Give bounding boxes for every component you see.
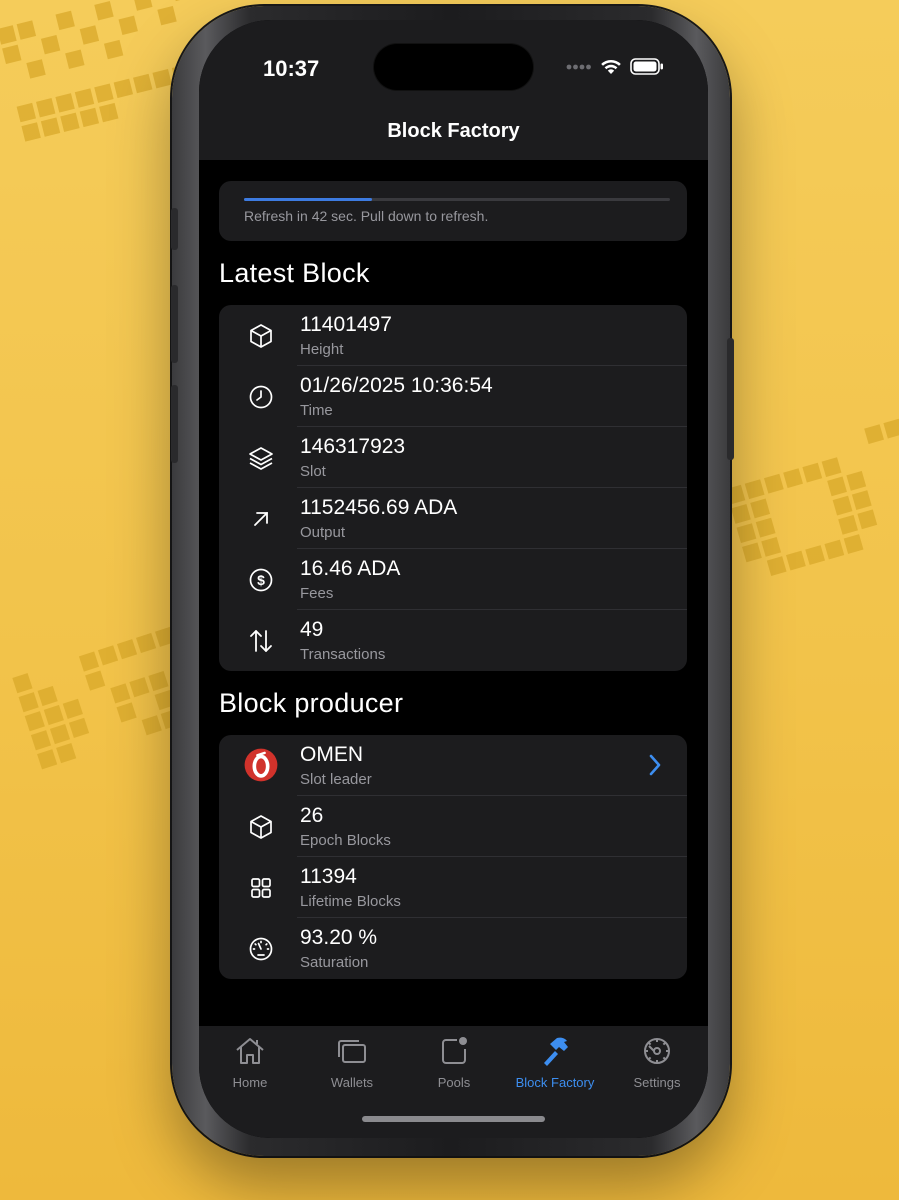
epoch-blocks-value: 26 [300,804,324,827]
list-item-height: 11401497 Height [219,305,687,366]
volume-down-button [171,385,178,463]
layers-icon [249,447,273,470]
tab-settings-label: Settings [633,1075,681,1090]
height-value: 11401497 [300,313,392,336]
tab-home-label: Home [232,1075,268,1090]
power-button [727,338,734,460]
list-item-output: 1152456.69 ADA Output [219,488,687,549]
dollar-circle-icon: $ [249,568,273,592]
gauge-icon [249,937,273,961]
tab-settings[interactable]: Settings [606,1034,708,1090]
slot-label: Slot [300,463,326,480]
time-value: 01/26/2025 10:36:54 [300,374,493,397]
refresh-progress-fill [244,198,372,201]
epoch-blocks-label: Epoch Blocks [300,832,391,849]
battery-icon [630,58,663,75]
list-item-saturation: 93.20 % Saturation [219,918,687,979]
saturation-value: 93.20 % [300,926,378,949]
block-producer-heading: Block producer [219,688,404,718]
svg-text:$: $ [257,572,265,588]
page-title: Block Factory [387,120,520,142]
latest-block-card: 11401497 Height 01/26/2025 10:36:54 Time… [219,305,687,671]
slot-leader-value: OMEN [300,743,363,766]
house-icon [236,1038,264,1064]
status-time: 10:37 [263,56,320,81]
action-button [171,208,178,250]
wallets-icon [338,1040,366,1063]
pools-icon [442,1037,467,1064]
arrow-up-right-icon [254,512,268,526]
navigation-bar: 10:37 Block Factory [199,20,708,160]
fees-label: Fees [300,585,334,602]
list-item-transactions: 49 Transactions [219,610,687,671]
arrows-up-down-icon [250,630,272,652]
slot-value: 146317923 [300,435,406,458]
tab-pools-label: Pools [437,1075,471,1090]
chevron-right-icon[interactable] [647,753,663,777]
output-value: 1152456.69 ADA [300,496,458,519]
dynamic-island [374,44,533,90]
pool-logo-icon [244,748,278,782]
grid-icon [251,878,271,898]
volume-up-button [171,285,178,363]
hammer-icon [544,1037,568,1066]
fees-value: 16.46 ADA [300,557,401,580]
tab-wallets[interactable]: Wallets [301,1034,403,1090]
gear-icon [644,1038,670,1064]
cube-icon [250,815,272,839]
tab-block-factory[interactable]: Block Factory [504,1034,606,1090]
refresh-text: Refresh in 42 sec. Pull down to refresh. [244,208,489,224]
list-item-slot: 146317923 Slot [219,427,687,488]
slot-leader-row[interactable]: OMEN Slot leader [219,735,687,796]
wifi-icon [601,59,621,74]
saturation-label: Saturation [300,954,369,971]
lifetime-blocks-value: 11394 [300,865,357,888]
tab-home[interactable]: Home [199,1034,301,1090]
tab-wallets-label: Wallets [330,1075,374,1090]
list-item-fees: $ 16.46 ADA Fees [219,549,687,610]
signal-icon [566,64,591,69]
refresh-progress-bar [244,198,670,201]
latest-block-heading: Latest Block [219,258,370,288]
list-item-epoch-blocks: 26 Epoch Blocks [219,796,687,857]
app-screen: 10:37 Block Factory Refresh in 42 sec. P… [199,20,708,1138]
home-indicator[interactable] [362,1116,545,1122]
status-icons [566,58,664,75]
refresh-status-card[interactable]: Refresh in 42 sec. Pull down to refresh. [219,181,687,241]
cube-icon [250,324,272,348]
height-label: Height [300,341,344,358]
list-item-time: 01/26/2025 10:36:54 Time [219,366,687,427]
transactions-label: Transactions [300,646,386,663]
time-label: Time [300,402,333,419]
list-item-lifetime-blocks: 11394 Lifetime Blocks [219,857,687,918]
slot-leader-label: Slot leader [300,771,372,788]
output-label: Output [300,524,346,541]
tab-pools[interactable]: Pools [403,1034,505,1090]
tab-block-factory-label: Block Factory [515,1075,595,1090]
block-producer-card: OMEN Slot leader 26 Epoch Blocks 11394 L… [219,735,687,979]
transactions-value: 49 [300,618,324,641]
clock-icon [249,385,273,409]
lifetime-blocks-label: Lifetime Blocks [300,893,401,910]
